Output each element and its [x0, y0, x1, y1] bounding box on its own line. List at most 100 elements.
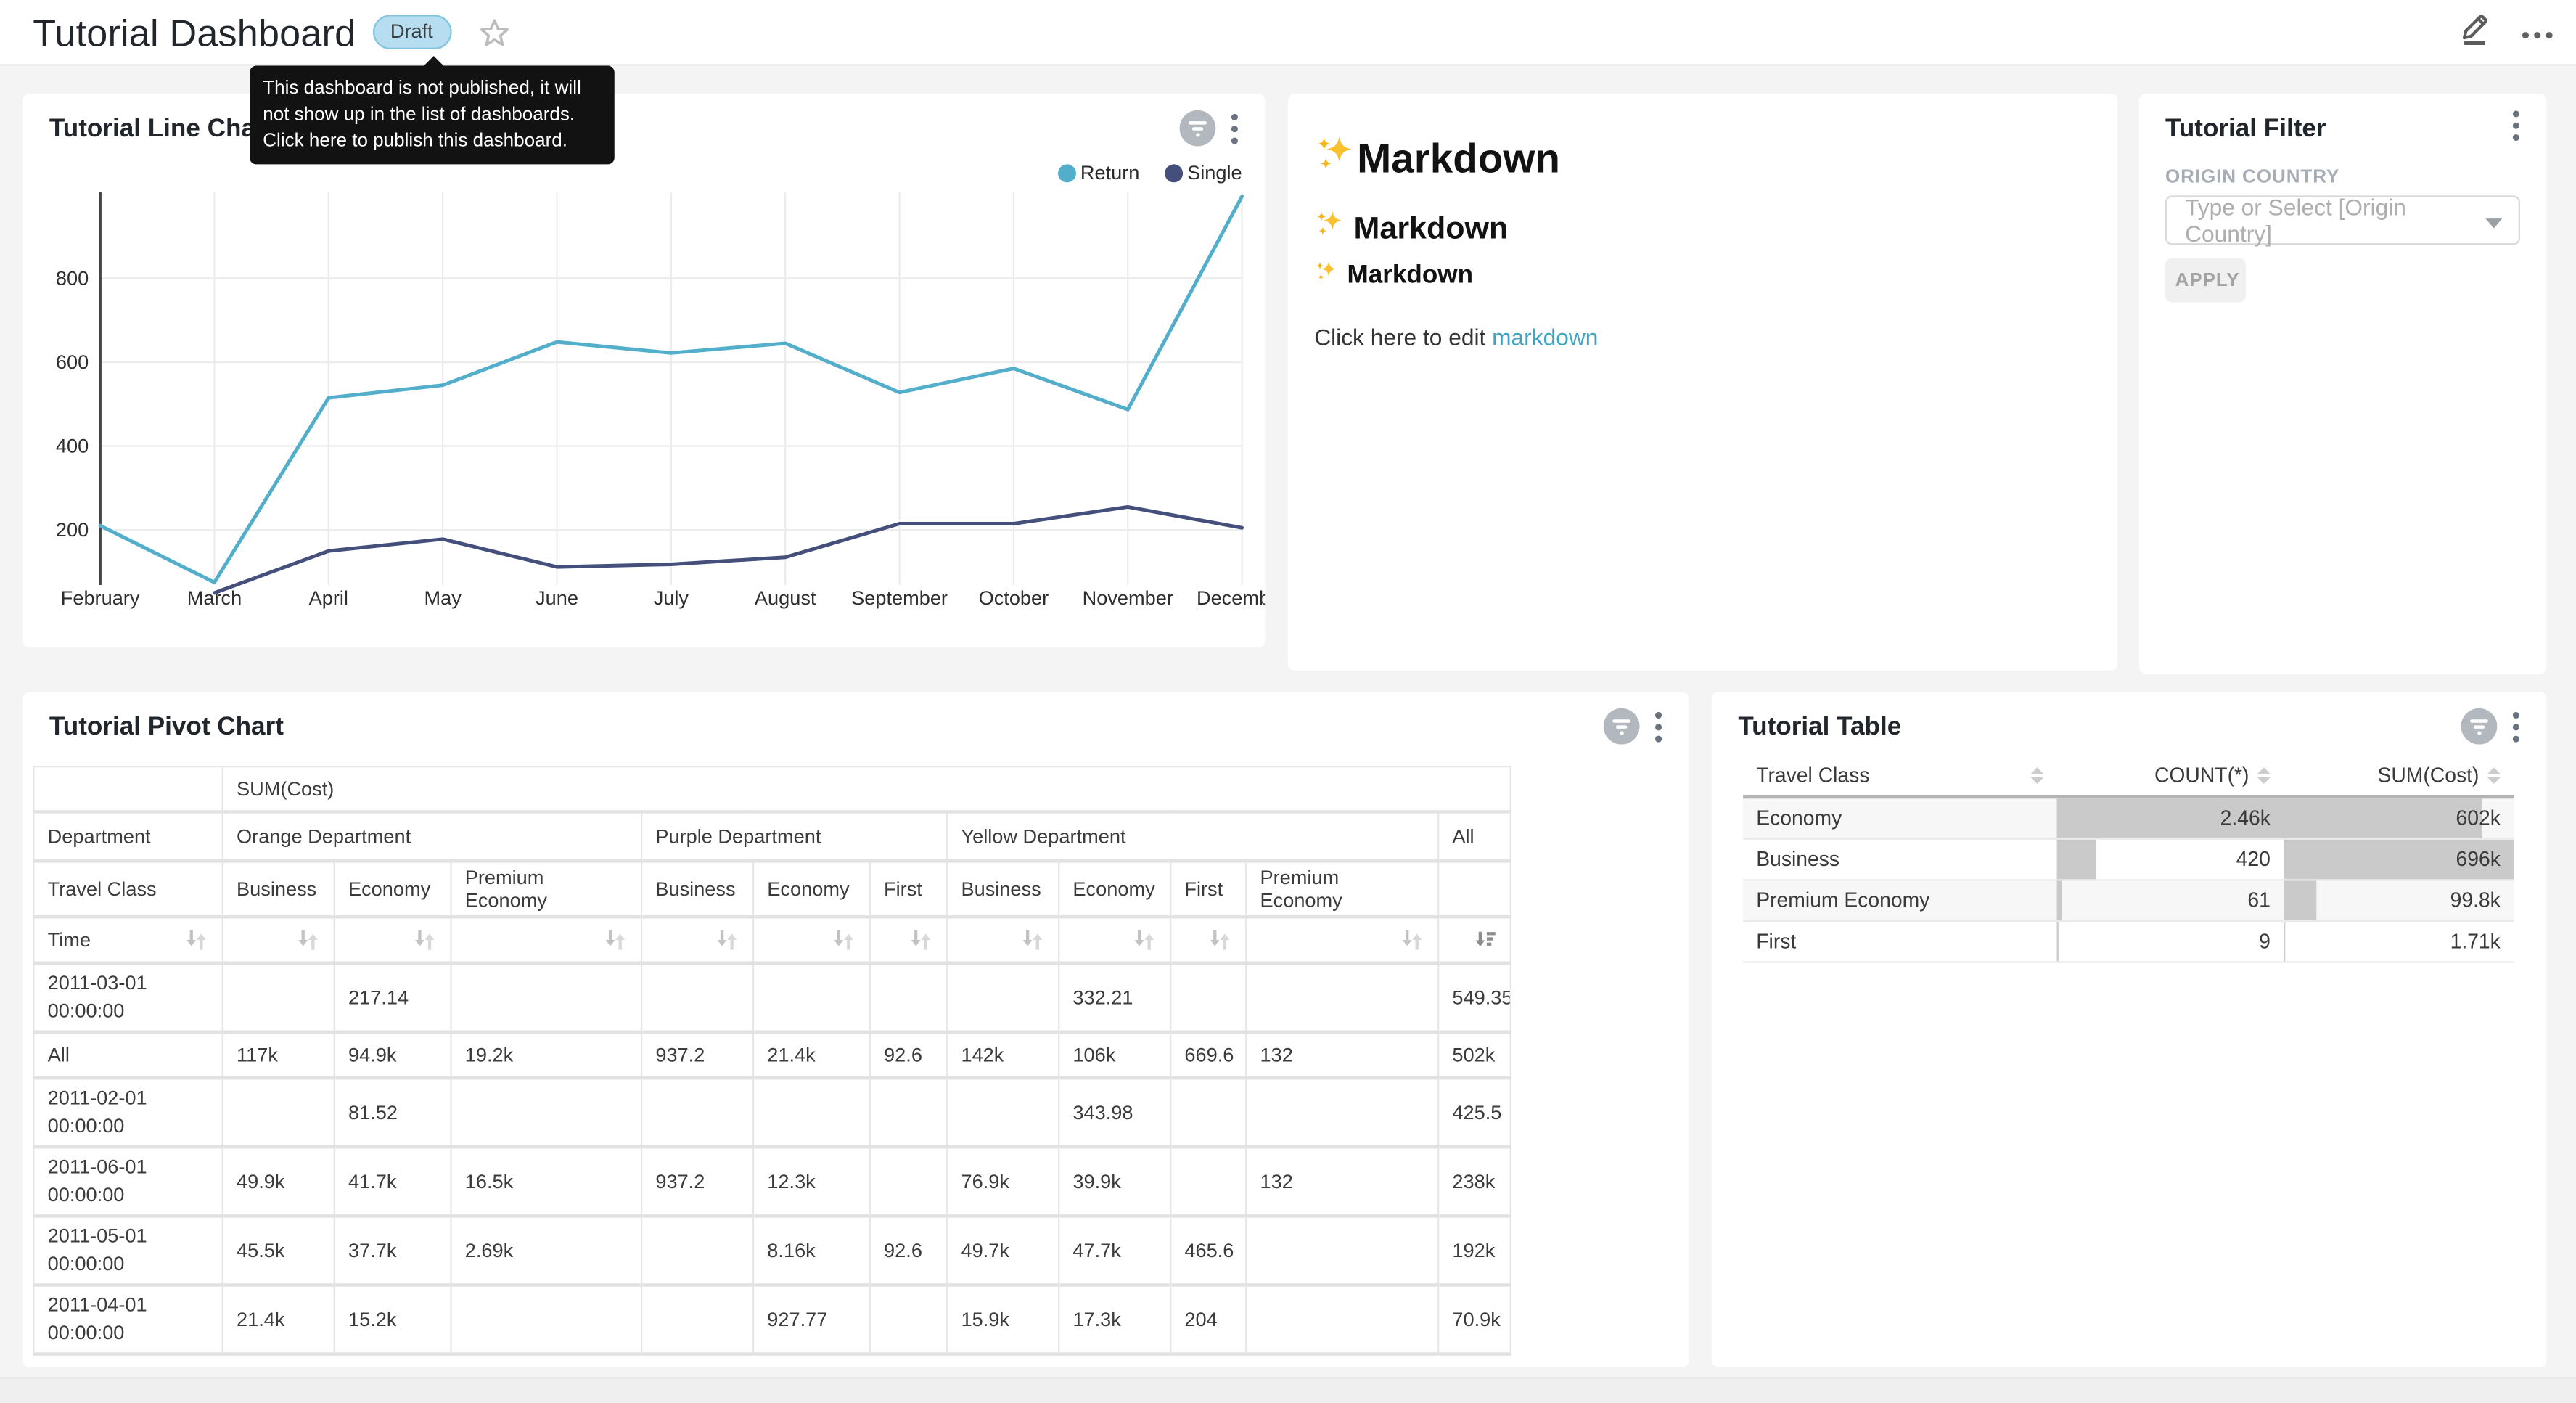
pivot-cell: 49.7k	[947, 1216, 1059, 1285]
kebab-menu-icon[interactable]	[2512, 711, 2520, 750]
table-row: First91.71k	[1743, 921, 2514, 962]
sort-toggle-icon[interactable]	[184, 928, 209, 952]
svg-text:November: November	[1083, 586, 1173, 609]
table-title: Tutorial Table	[1738, 713, 1901, 743]
column-header[interactable]: Travel Class	[1743, 756, 2056, 797]
sort-toggle-icon[interactable]	[832, 928, 856, 952]
favorite-star-icon[interactable]	[479, 17, 509, 47]
cell-bar	[2057, 840, 2096, 879]
markdown-card: Markdown Markdown Markdown Click here to…	[1288, 94, 2117, 671]
pivot-cell	[451, 963, 641, 1032]
sparkles-icon	[1314, 209, 1345, 250]
pivot-cell	[1170, 1147, 1246, 1216]
pivot-cell: 41.7k	[335, 1147, 451, 1216]
pivot-class-header: Economy	[335, 861, 451, 917]
pivot-class-header: Business	[223, 861, 335, 917]
pivot-cell: 94.9k	[335, 1032, 451, 1078]
filter-card: Tutorial Filter ORIGIN COUNTRY Type or S…	[2139, 94, 2546, 674]
kebab-menu-icon[interactable]	[1654, 711, 1662, 750]
select-placeholder: Type or Select [Origin Country]	[2185, 194, 2476, 246]
kebab-menu-icon[interactable]	[2512, 110, 2520, 150]
line-chart-card: Tutorial Line Chart ReturnSingle 2004006…	[23, 94, 1266, 647]
svg-text:200: 200	[56, 518, 89, 541]
markdown-edit-link[interactable]: markdown	[1492, 324, 1598, 350]
publish-tooltip: This dashboard is not published, it will…	[250, 66, 615, 165]
pivot-row-label: All	[33, 1032, 222, 1078]
sort-toggle-icon[interactable]	[1207, 928, 1232, 952]
pivot-cell	[753, 1078, 870, 1147]
cross-filter-badge-icon[interactable]	[2461, 708, 2498, 753]
sort-toggle-icon[interactable]	[715, 928, 739, 952]
horizontal-scrollbar-track[interactable]	[0, 1377, 2576, 1403]
pivot-sort-header	[1170, 917, 1246, 962]
sort-desc-active-icon[interactable]	[1474, 928, 1497, 952]
svg-text:July: July	[654, 586, 689, 609]
pivot-cell: 238k	[1438, 1147, 1511, 1216]
pivot-cell: 927.77	[753, 1285, 870, 1354]
cross-filter-badge-icon[interactable]	[1180, 110, 1216, 155]
pivot-cell: 502k	[1438, 1032, 1511, 1078]
pivot-cell: 92.6	[870, 1032, 947, 1078]
sort-toggle-icon[interactable]	[296, 928, 321, 952]
pivot-row-label: 2011-02-01 00:00:00	[33, 1078, 222, 1147]
apply-button[interactable]: APPLY	[2165, 258, 2246, 302]
cell-bar	[2057, 881, 2063, 920]
pivot-axis-label: Department	[33, 811, 222, 861]
pivot-cell	[947, 963, 1059, 1032]
sparkles-icon	[1314, 133, 1357, 187]
sort-caret-icon	[2487, 767, 2501, 784]
table-cell: 9	[2057, 921, 2284, 962]
pivot-cell: 937.2	[641, 1147, 753, 1216]
pivot-cell	[870, 1147, 947, 1216]
cross-filter-badge-icon[interactable]	[1604, 708, 1640, 753]
svg-text:400: 400	[56, 435, 89, 457]
pivot-cell: 549.35	[1438, 963, 1511, 1032]
more-options-icon[interactable]	[2522, 17, 2553, 47]
pivot-cell	[1246, 963, 1438, 1032]
pivot-cell	[223, 1078, 335, 1147]
svg-text:600: 600	[56, 351, 89, 373]
pivot-cell: 15.9k	[947, 1285, 1059, 1354]
sort-caret-icon	[2030, 767, 2043, 784]
markdown-h1: Markdown	[1314, 133, 1560, 187]
table-cell: Premium Economy	[1743, 880, 2056, 921]
kebab-menu-icon[interactable]	[1231, 113, 1239, 152]
sort-toggle-icon[interactable]	[908, 928, 933, 952]
sort-toggle-icon[interactable]	[1132, 928, 1157, 952]
pivot-group-header: Yellow Department	[947, 811, 1438, 861]
dashboard-page: Tutorial Dashboard Draft This dashboard …	[0, 0, 2576, 1402]
svg-text:April: April	[309, 586, 348, 609]
table-cell: 61	[2057, 880, 2284, 921]
pivot-cell: 70.9k	[1438, 1285, 1511, 1354]
svg-text:May: May	[424, 586, 462, 609]
svg-text:October: October	[979, 586, 1049, 609]
pivot-cell	[870, 1285, 947, 1354]
pivot-class-header	[1438, 861, 1511, 917]
edit-pencil-icon[interactable]	[2458, 11, 2493, 54]
pivot-cell: 16.5k	[451, 1147, 641, 1216]
sort-toggle-icon[interactable]	[1400, 928, 1424, 952]
pivot-cell: 425.5	[1438, 1078, 1511, 1147]
pivot-cell: 465.6	[1170, 1216, 1246, 1285]
column-header[interactable]: SUM(Cost)	[2284, 756, 2514, 797]
pivot-cell: 39.9k	[1059, 1147, 1170, 1216]
status-badge[interactable]: Draft	[372, 15, 451, 49]
pivot-class-header: Premium Economy	[1246, 861, 1438, 917]
sort-toggle-icon[interactable]	[1020, 928, 1045, 952]
page-title: Tutorial Dashboard	[33, 0, 356, 65]
cell-bar	[2284, 881, 2316, 920]
pivot-sort-header	[451, 917, 641, 962]
line-chart-canvas[interactable]: 200400600800FebruaryMarchAprilMayJuneJul…	[23, 176, 1266, 628]
table-cell: 99.8k	[2284, 880, 2514, 921]
pivot-class-header: First	[1170, 861, 1246, 917]
pivot-cell	[641, 1078, 753, 1147]
pivot-cell: 2.69k	[451, 1216, 641, 1285]
sort-toggle-icon[interactable]	[603, 928, 628, 952]
svg-text:June: June	[536, 586, 578, 609]
sort-toggle-icon[interactable]	[412, 928, 437, 952]
column-header[interactable]: COUNT(*)	[2057, 756, 2284, 797]
origin-country-select[interactable]: Type or Select [Origin Country]	[2165, 195, 2520, 245]
svg-text:December: December	[1197, 586, 1265, 609]
pivot-cell: 37.7k	[335, 1216, 451, 1285]
pivot-cell: 669.6	[1170, 1032, 1246, 1078]
